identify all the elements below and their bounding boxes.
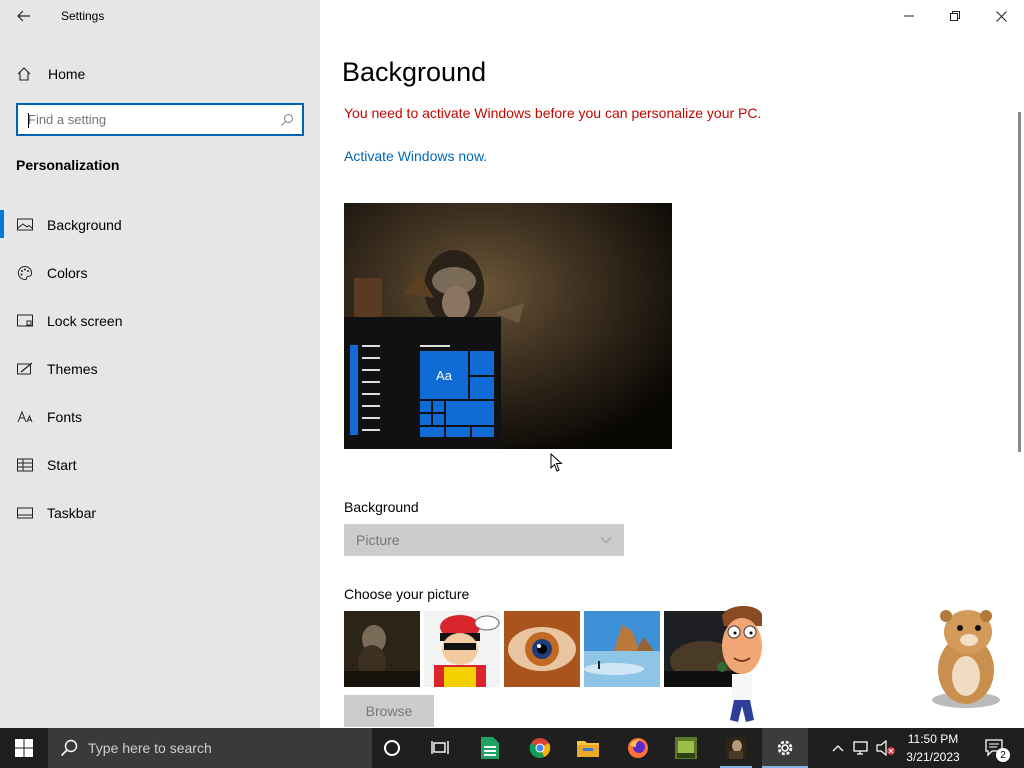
restore-icon <box>950 11 960 21</box>
settings-window: Settings Home Personalization Background… <box>0 0 1024 728</box>
volume-button[interactable] <box>874 728 898 768</box>
scrollbar[interactable] <box>1018 112 1021 452</box>
sidebar-item-taskbar[interactable]: Taskbar <box>0 493 320 533</box>
show-hidden-icons-button[interactable] <box>828 728 848 768</box>
sidebar-item-themes[interactable]: Themes <box>0 349 320 389</box>
fonts-icon <box>16 408 34 426</box>
picture-icon <box>16 216 34 234</box>
activate-windows-link[interactable]: Activate Windows now. <box>344 148 487 164</box>
main-content: Background You need to activate Windows … <box>320 0 1024 728</box>
cortana-icon <box>384 740 400 756</box>
back-arrow-icon <box>17 10 30 22</box>
palette-icon <box>16 264 34 282</box>
home-icon <box>17 67 31 81</box>
sidebar-item-background[interactable]: Background <box>0 205 320 245</box>
lock-screen-icon <box>16 312 34 330</box>
chevron-up-icon <box>832 745 844 752</box>
restore-button[interactable] <box>932 0 978 32</box>
taskbar-app-sheets[interactable] <box>470 728 510 768</box>
sheets-app-icon <box>481 737 499 759</box>
taskbar-search-placeholder: Type here to search <box>88 740 212 756</box>
mouse-cursor-icon <box>550 453 563 472</box>
sidebar-item-label: Fonts <box>47 409 83 425</box>
taskbar-app-file-explorer[interactable] <box>568 728 608 768</box>
choose-picture-label: Choose your picture <box>344 586 470 602</box>
sidebar-item-fonts[interactable]: Fonts <box>0 397 320 437</box>
action-center-button[interactable]: 2 <box>978 728 1012 768</box>
gear-icon <box>777 740 793 756</box>
network-button[interactable] <box>850 728 874 768</box>
task-view-button[interactable] <box>420 728 460 768</box>
sidebar-item-label: Themes <box>47 361 98 377</box>
game-app-icon <box>675 737 697 759</box>
sidebar-item-label: Colors <box>47 265 88 281</box>
volume-muted-icon <box>876 740 895 756</box>
themes-icon <box>16 360 34 378</box>
home-label: Home <box>48 66 86 82</box>
hamster-sticker <box>932 610 1000 708</box>
window-title: Settings <box>61 9 105 23</box>
back-button[interactable] <box>12 4 36 28</box>
chevron-down-icon <box>600 537 612 544</box>
taskbar-app-firefox[interactable] <box>618 728 658 768</box>
start-icon <box>16 456 34 474</box>
search-icon <box>60 739 78 757</box>
clock-date: 3/21/2023 <box>906 750 960 764</box>
taskbar: Type here to search 11:50 PM 3/21/2023 2 <box>0 728 1024 768</box>
nav-home[interactable]: Home <box>16 60 85 88</box>
preview-tile-label: Aa <box>420 351 468 399</box>
browse-button[interactable]: Browse <box>344 695 434 727</box>
close-icon <box>995 10 1007 22</box>
picture-thumbnail[interactable] <box>584 611 660 687</box>
activation-warning: You need to activate Windows before you … <box>344 105 762 121</box>
picture-thumbnail[interactable] <box>344 611 420 687</box>
sidebar-item-label: Taskbar <box>47 505 97 521</box>
clock[interactable]: 11:50 PM 3/21/2023 <box>900 730 966 766</box>
picture-thumbnail[interactable] <box>504 611 580 687</box>
sidebar-item-lock-screen[interactable]: Lock screen <box>0 301 320 341</box>
sidebar-item-colors[interactable]: Colors <box>0 253 320 293</box>
search-box[interactable] <box>16 103 304 136</box>
search-icon[interactable] <box>280 113 294 127</box>
sidebar-item-label: Lock screen <box>47 313 123 329</box>
background-type-dropdown[interactable]: Picture <box>344 524 624 556</box>
network-icon <box>853 741 868 755</box>
picture-thumbnails <box>344 611 740 687</box>
picture-thumbnail[interactable] <box>424 611 500 687</box>
sidebar: Settings Home Personalization Background… <box>0 0 320 728</box>
clock-time: 11:50 PM <box>907 732 959 746</box>
notification-badge: 2 <box>996 748 1010 762</box>
sidebar-item-label: Background <box>47 217 122 233</box>
taskbar-icon <box>16 504 34 522</box>
photo-app-icon <box>725 737 747 759</box>
page-title: Background <box>342 57 487 87</box>
taskbar-search[interactable]: Type here to search <box>48 728 372 768</box>
background-label: Background <box>344 499 419 515</box>
windows-logo-icon <box>15 739 33 757</box>
preview-start-menu: Aa <box>344 317 501 449</box>
minimize-button[interactable] <box>886 0 932 32</box>
chrome-icon <box>529 738 551 758</box>
taskbar-app-game[interactable] <box>666 728 706 768</box>
folder-icon <box>577 741 599 757</box>
firefox-icon <box>628 738 648 758</box>
task-view-icon <box>431 741 449 754</box>
search-input[interactable] <box>28 112 280 127</box>
sidebar-item-start[interactable]: Start <box>0 445 320 485</box>
taskbar-app-chrome[interactable] <box>520 728 560 768</box>
start-button[interactable] <box>0 728 48 768</box>
cartoon-man-sticker <box>722 605 762 722</box>
taskbar-app-photo[interactable] <box>716 728 756 768</box>
text-caret <box>28 113 29 128</box>
minimize-icon <box>904 15 914 17</box>
section-title: Personalization <box>16 157 120 173</box>
close-button[interactable] <box>978 0 1024 32</box>
taskbar-app-settings[interactable] <box>762 728 808 768</box>
cortana-button[interactable] <box>372 728 412 768</box>
dropdown-value: Picture <box>356 532 400 548</box>
sidebar-item-label: Start <box>47 457 77 473</box>
background-preview: Aa <box>344 203 672 449</box>
